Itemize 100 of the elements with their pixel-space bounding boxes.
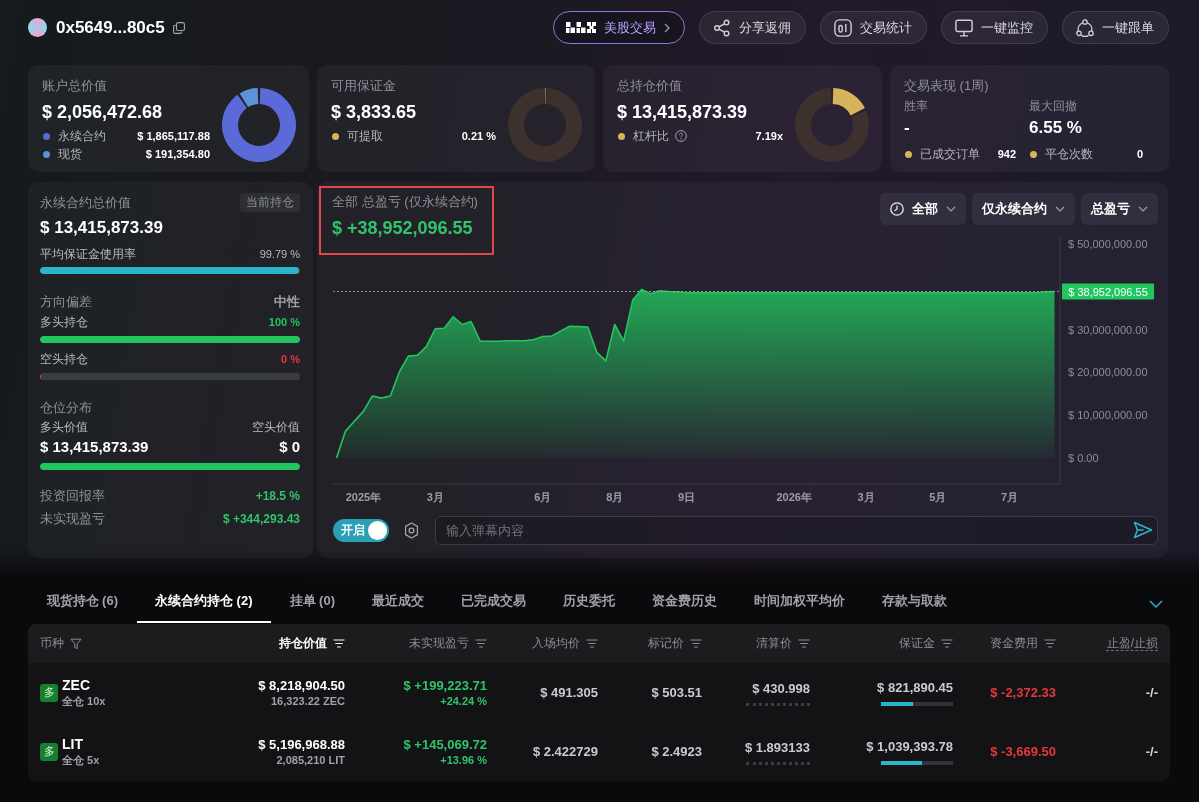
tab[interactable]: 历史委托 <box>544 585 634 623</box>
caret-icon <box>1055 206 1065 212</box>
x-axis-label: 7月 <box>1001 491 1019 503</box>
x-axis-label: 2026年 <box>776 491 812 503</box>
column-header[interactable]: 持仓价值 <box>279 635 345 652</box>
pnl-value: $ +199,223.71 <box>403 676 487 694</box>
x-axis-label: 3月 <box>857 491 875 503</box>
stat-value: 6.55 % <box>1029 117 1083 139</box>
metric-label: 多头价值 <box>40 418 88 436</box>
x-axis-label: 9日 <box>677 491 696 503</box>
legend-value: 0 <box>1136 148 1143 160</box>
tab[interactable]: 挂单 (0) <box>271 585 354 623</box>
y-axis-label: $ 0.00 <box>1068 452 1099 464</box>
bar-chart-icon <box>834 18 852 37</box>
tab[interactable]: 最近成交 <box>353 585 443 623</box>
y-axis-label: $ 10,000,000.00 <box>1068 409 1148 422</box>
position-size: 2,085,210 LIT <box>276 752 345 768</box>
help-icon[interactable] <box>675 130 687 142</box>
short-value: $ 0 <box>279 437 300 455</box>
legend-label: 杠杆比 <box>633 127 669 145</box>
settings-icon[interactable] <box>404 522 419 539</box>
metric-reading: 99.79 % <box>259 248 300 260</box>
y-axis-label: $ 30,000,000.00 <box>1068 323 1148 336</box>
chart-title: 全部 总盈亏 (仅永续合约) <box>332 193 478 211</box>
margin-mode-label: 全仓 5x <box>62 752 100 768</box>
column-header[interactable]: 币种 <box>40 635 82 652</box>
metric-value: $ +344,293.43 <box>222 512 300 526</box>
tab[interactable]: 时间加权平均价 <box>735 585 864 623</box>
x-axis-label: 6月 <box>534 491 552 503</box>
metric-reading: 100 % <box>268 316 300 328</box>
column-header[interactable]: 保证金 <box>899 635 953 652</box>
margin-value: $ 821,890.45 <box>877 679 953 696</box>
legend-value: $ 1,865,117.88 <box>137 130 210 142</box>
legend-label: 永续合约 <box>58 127 106 145</box>
knob-icon <box>368 521 387 540</box>
filter-dropdown[interactable]: 仅永续合约 <box>972 193 1075 225</box>
column-header[interactable]: 入场均价 <box>532 635 598 652</box>
caret-icon <box>1138 206 1148 212</box>
wallet-address: 0x5649...80c5 <box>56 17 165 38</box>
sort-icon <box>333 639 345 648</box>
long-value: $ 13,415,873.39 <box>40 437 149 455</box>
column-header[interactable]: 资金费用 <box>990 635 1056 652</box>
symbol-label: ZEC <box>62 676 91 694</box>
position-size: 16,323.22 ZEC <box>271 693 345 709</box>
stats-button[interactable]: 交易统计 <box>820 11 927 44</box>
funding-fee: $ -2,372.33 <box>990 684 1056 701</box>
stat-label: 胜率 <box>904 98 929 114</box>
margin-mode-label: 全仓 10x <box>62 693 106 709</box>
card-value: $ 13,415,873.39 <box>617 101 749 123</box>
section-label: 仓位分布 <box>40 399 92 417</box>
nodes-icon <box>1076 18 1094 37</box>
filter-dropdown[interactable]: 总盈亏 <box>1081 193 1158 225</box>
stat-label: 最大回撤 <box>1029 98 1078 114</box>
tab[interactable]: 已完成交易 <box>442 585 545 623</box>
chevron-down-icon[interactable] <box>1149 600 1163 608</box>
legend-value: 942 <box>997 148 1016 160</box>
column-header[interactable]: 止盈/止损 <box>1106 635 1158 652</box>
funding-fee: $ -3,669.50 <box>990 743 1056 760</box>
card-title: 总持仓价值 <box>617 77 683 95</box>
entry-price: $ 491.305 <box>540 684 598 701</box>
tab[interactable]: 资金费历史 <box>633 585 736 623</box>
pnl-percent: +24.24 % <box>440 693 487 709</box>
current-holdings-tag: 当前持仓 <box>240 193 300 212</box>
metric-reading: 0 % <box>281 353 300 365</box>
pnl-value: $ +38,952,096.55 <box>332 217 474 239</box>
position-value: $ 5,196,968.88 <box>258 735 345 753</box>
filter-icon <box>70 637 82 650</box>
tab[interactable]: 存款与取款 <box>863 585 966 623</box>
tab[interactable]: 现货持仓 (6) <box>28 585 137 623</box>
copy-icon[interactable] <box>172 21 185 34</box>
card-title: 交易表现 (1周) <box>904 77 990 95</box>
section-label: 方向偏差 <box>40 293 92 311</box>
legend-label: 已成交订单 <box>920 145 980 163</box>
stat-value: - <box>904 117 911 139</box>
filter-dropdown[interactable]: 全部 <box>880 193 966 225</box>
column-header[interactable]: 标记价 <box>648 635 702 652</box>
share-icon <box>713 18 731 37</box>
mark-price: $ 2.4923 <box>651 743 702 760</box>
copy-trade-button[interactable]: 一键跟单 <box>1062 11 1169 44</box>
column-header[interactable]: 清算价 <box>756 635 810 652</box>
sort-icon <box>690 639 702 648</box>
card-value: $ 2,056,472.68 <box>42 101 164 123</box>
share-button[interactable]: 分享返佣 <box>699 11 806 44</box>
message-field[interactable]: 输入弹幕内容 <box>435 516 1158 545</box>
side-badge: 多 <box>40 742 58 761</box>
metric-label: 投资回报率 <box>40 487 105 505</box>
avatar-icon <box>28 18 47 37</box>
legend-value: $ 191,354.80 <box>145 148 210 160</box>
stock-trading-button[interactable]: 美股交易 <box>553 11 685 44</box>
chevron-right-icon <box>664 22 670 33</box>
legend-label: 可提取 <box>347 127 383 145</box>
column-header[interactable]: 未实现盈亏 <box>409 635 487 652</box>
send-icon[interactable] <box>1133 521 1153 539</box>
position-value: $ 8,218,904.50 <box>258 676 345 694</box>
pnl-percent: +13.96 % <box>440 752 487 768</box>
monitor-button[interactable]: 一键监控 <box>941 11 1048 44</box>
total-value: $ 13,415,873.39 <box>40 217 164 239</box>
tpsl-value: -/- <box>1145 743 1158 760</box>
metric-label: 平均保证金使用率 <box>40 245 136 263</box>
monitor-icon <box>955 18 973 37</box>
